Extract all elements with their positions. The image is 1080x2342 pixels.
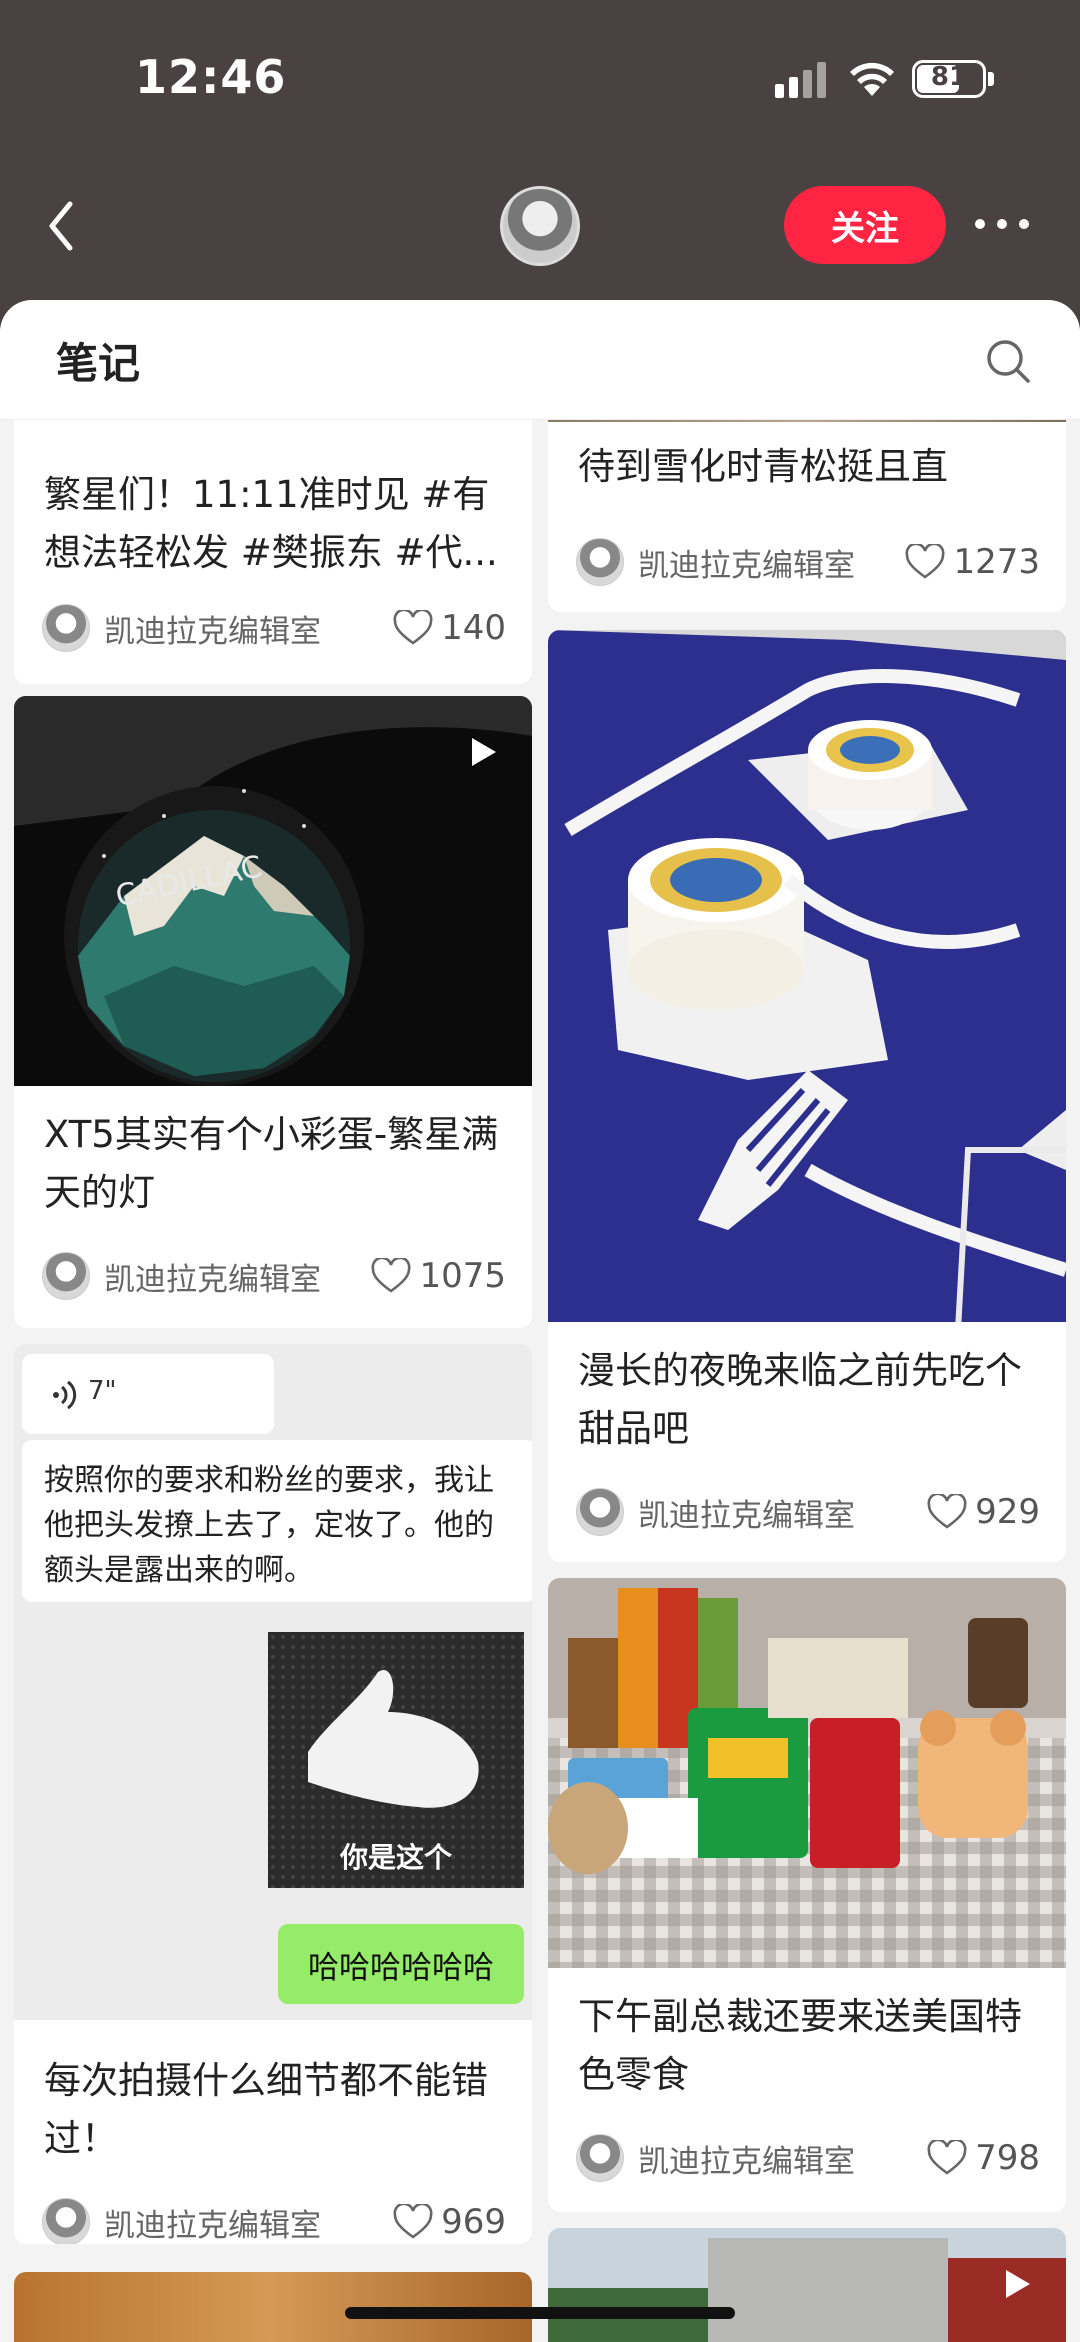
note-meta: 凯迪拉克编辑室 1273 (576, 536, 1040, 588)
note-card[interactable]: 下午副总裁还要来送美国特色零食 凯迪拉克编辑室 798 (548, 1578, 1066, 2212)
note-card[interactable]: CADILLAC XT5其实有个小彩蛋-繁星满天的灯 凯迪拉克编辑室 1075 (14, 696, 532, 1328)
note-meta: 凯迪拉克编辑室 929 (576, 1486, 1040, 1538)
note-image (548, 630, 1066, 1322)
like-count: 1273 (953, 542, 1040, 582)
chat-image: 你是这个 (268, 1632, 524, 1888)
battery-cap (988, 72, 994, 86)
notes-sheet: 笔记 繁星们！11:11准时见 #有想法轻松发 #樊振东 #代... 凯迪拉克编… (0, 300, 1080, 2342)
note-card[interactable]: 漫长的夜晚来临之前先吃个甜品吧 凯迪拉克编辑室 929 (548, 630, 1066, 1562)
video-play-icon[interactable] (462, 732, 502, 772)
note-title: 漫长的夜晚来临之前先吃个甜品吧 (578, 1349, 1022, 1450)
note-image (548, 2228, 1066, 2342)
note-title: 待到雪化时青松挺且直 (578, 445, 948, 488)
note-meta: 凯迪拉克编辑室 798 (576, 2132, 1040, 2184)
like-count: 798 (975, 2138, 1040, 2178)
author-avatar (576, 2134, 624, 2182)
chat-message: 按照你的要求和粉丝的要求，我让他把头发撩上去了，定妆了。他的额头是露出来的啊。 (22, 1440, 532, 1602)
like-count: 929 (975, 1492, 1040, 1532)
note-title: XT5其实有个小彩蛋-繁星满天的灯 (44, 1113, 499, 1214)
video-play-icon[interactable] (996, 2264, 1036, 2304)
like-count: 140 (441, 608, 506, 648)
note-meta: 凯迪拉克编辑室 969 (42, 2196, 506, 2244)
avatar[interactable] (500, 186, 580, 266)
voice-wave-icon (53, 1380, 77, 1410)
author-avatar (42, 604, 90, 652)
note-meta: 凯迪拉克编辑室 1075 (42, 1250, 506, 1302)
heart-icon[interactable] (393, 2204, 433, 2240)
note-title: 繁星们！11:11准时见 #有想法轻松发 #樊振东 #代... (44, 473, 498, 574)
follow-button[interactable]: 关注 (784, 186, 946, 264)
heart-icon[interactable] (905, 544, 945, 580)
note-card[interactable]: 待到雪化时青松挺且直 凯迪拉克编辑室 1273 (548, 400, 1066, 612)
heart-icon[interactable] (927, 1494, 967, 1530)
note-meta: 凯迪拉克编辑室 140 (42, 602, 506, 654)
tab-notes[interactable]: 笔记 (56, 330, 140, 391)
author-avatar (576, 538, 624, 586)
author-name: 凯迪拉克编辑室 (638, 547, 855, 584)
author-avatar (42, 1252, 90, 1300)
author-name: 凯迪拉克编辑室 (104, 613, 321, 650)
author-name: 凯迪拉克编辑室 (638, 1497, 855, 1534)
wifi-icon (850, 62, 894, 96)
note-image: 7" 按照你的要求和粉丝的要求，我让他把头发撩上去了，定妆了。他的额头是露出来的… (14, 1344, 532, 2020)
cellular-signal-icon (775, 62, 826, 98)
status-bar: 12:46 81 (0, 0, 1080, 160)
voice-message[interactable]: 7" (22, 1354, 274, 1434)
battery-level: 81 (930, 62, 968, 92)
image-caption: 你是这个 (339, 1841, 452, 1874)
note-image (548, 1578, 1066, 1968)
note-title: 下午副总裁还要来送美国特色零食 (578, 1995, 1022, 2096)
search-icon[interactable] (985, 338, 1031, 384)
home-indicator[interactable] (345, 2307, 735, 2319)
heart-icon[interactable] (393, 610, 433, 646)
note-image: CADILLAC (14, 696, 532, 1086)
author-name: 凯迪拉克编辑室 (104, 2207, 321, 2244)
reply-message: 哈哈哈哈哈哈 (278, 1924, 524, 2004)
note-card[interactable]: 繁星们！11:11准时见 #有想法轻松发 #樊振东 #代... 凯迪拉克编辑室 … (14, 400, 532, 684)
author-name: 凯迪拉克编辑室 (638, 2143, 855, 2180)
author-avatar (576, 1488, 624, 1536)
heart-icon[interactable] (371, 1258, 411, 1294)
notes-tab-bar: 笔记 (0, 300, 1080, 420)
back-icon[interactable] (40, 190, 90, 262)
heart-icon[interactable] (927, 2140, 967, 2176)
like-count: 1075 (419, 1256, 506, 1296)
note-title: 每次拍摄什么细节都不能错过！ (44, 2059, 488, 2160)
voice-duration: 7" (88, 1376, 117, 1406)
more-icon[interactable] (972, 204, 1032, 244)
author-avatar (42, 2198, 90, 2244)
note-card[interactable] (548, 2228, 1066, 2342)
like-count: 969 (441, 2202, 506, 2242)
author-name: 凯迪拉克编辑室 (104, 1261, 321, 1298)
note-card[interactable]: 7" 按照你的要求和粉丝的要求，我让他把头发撩上去了，定妆了。他的额头是露出来的… (14, 1344, 532, 2244)
battery-icon: 81 (912, 60, 986, 98)
clock: 12:46 (135, 50, 287, 104)
